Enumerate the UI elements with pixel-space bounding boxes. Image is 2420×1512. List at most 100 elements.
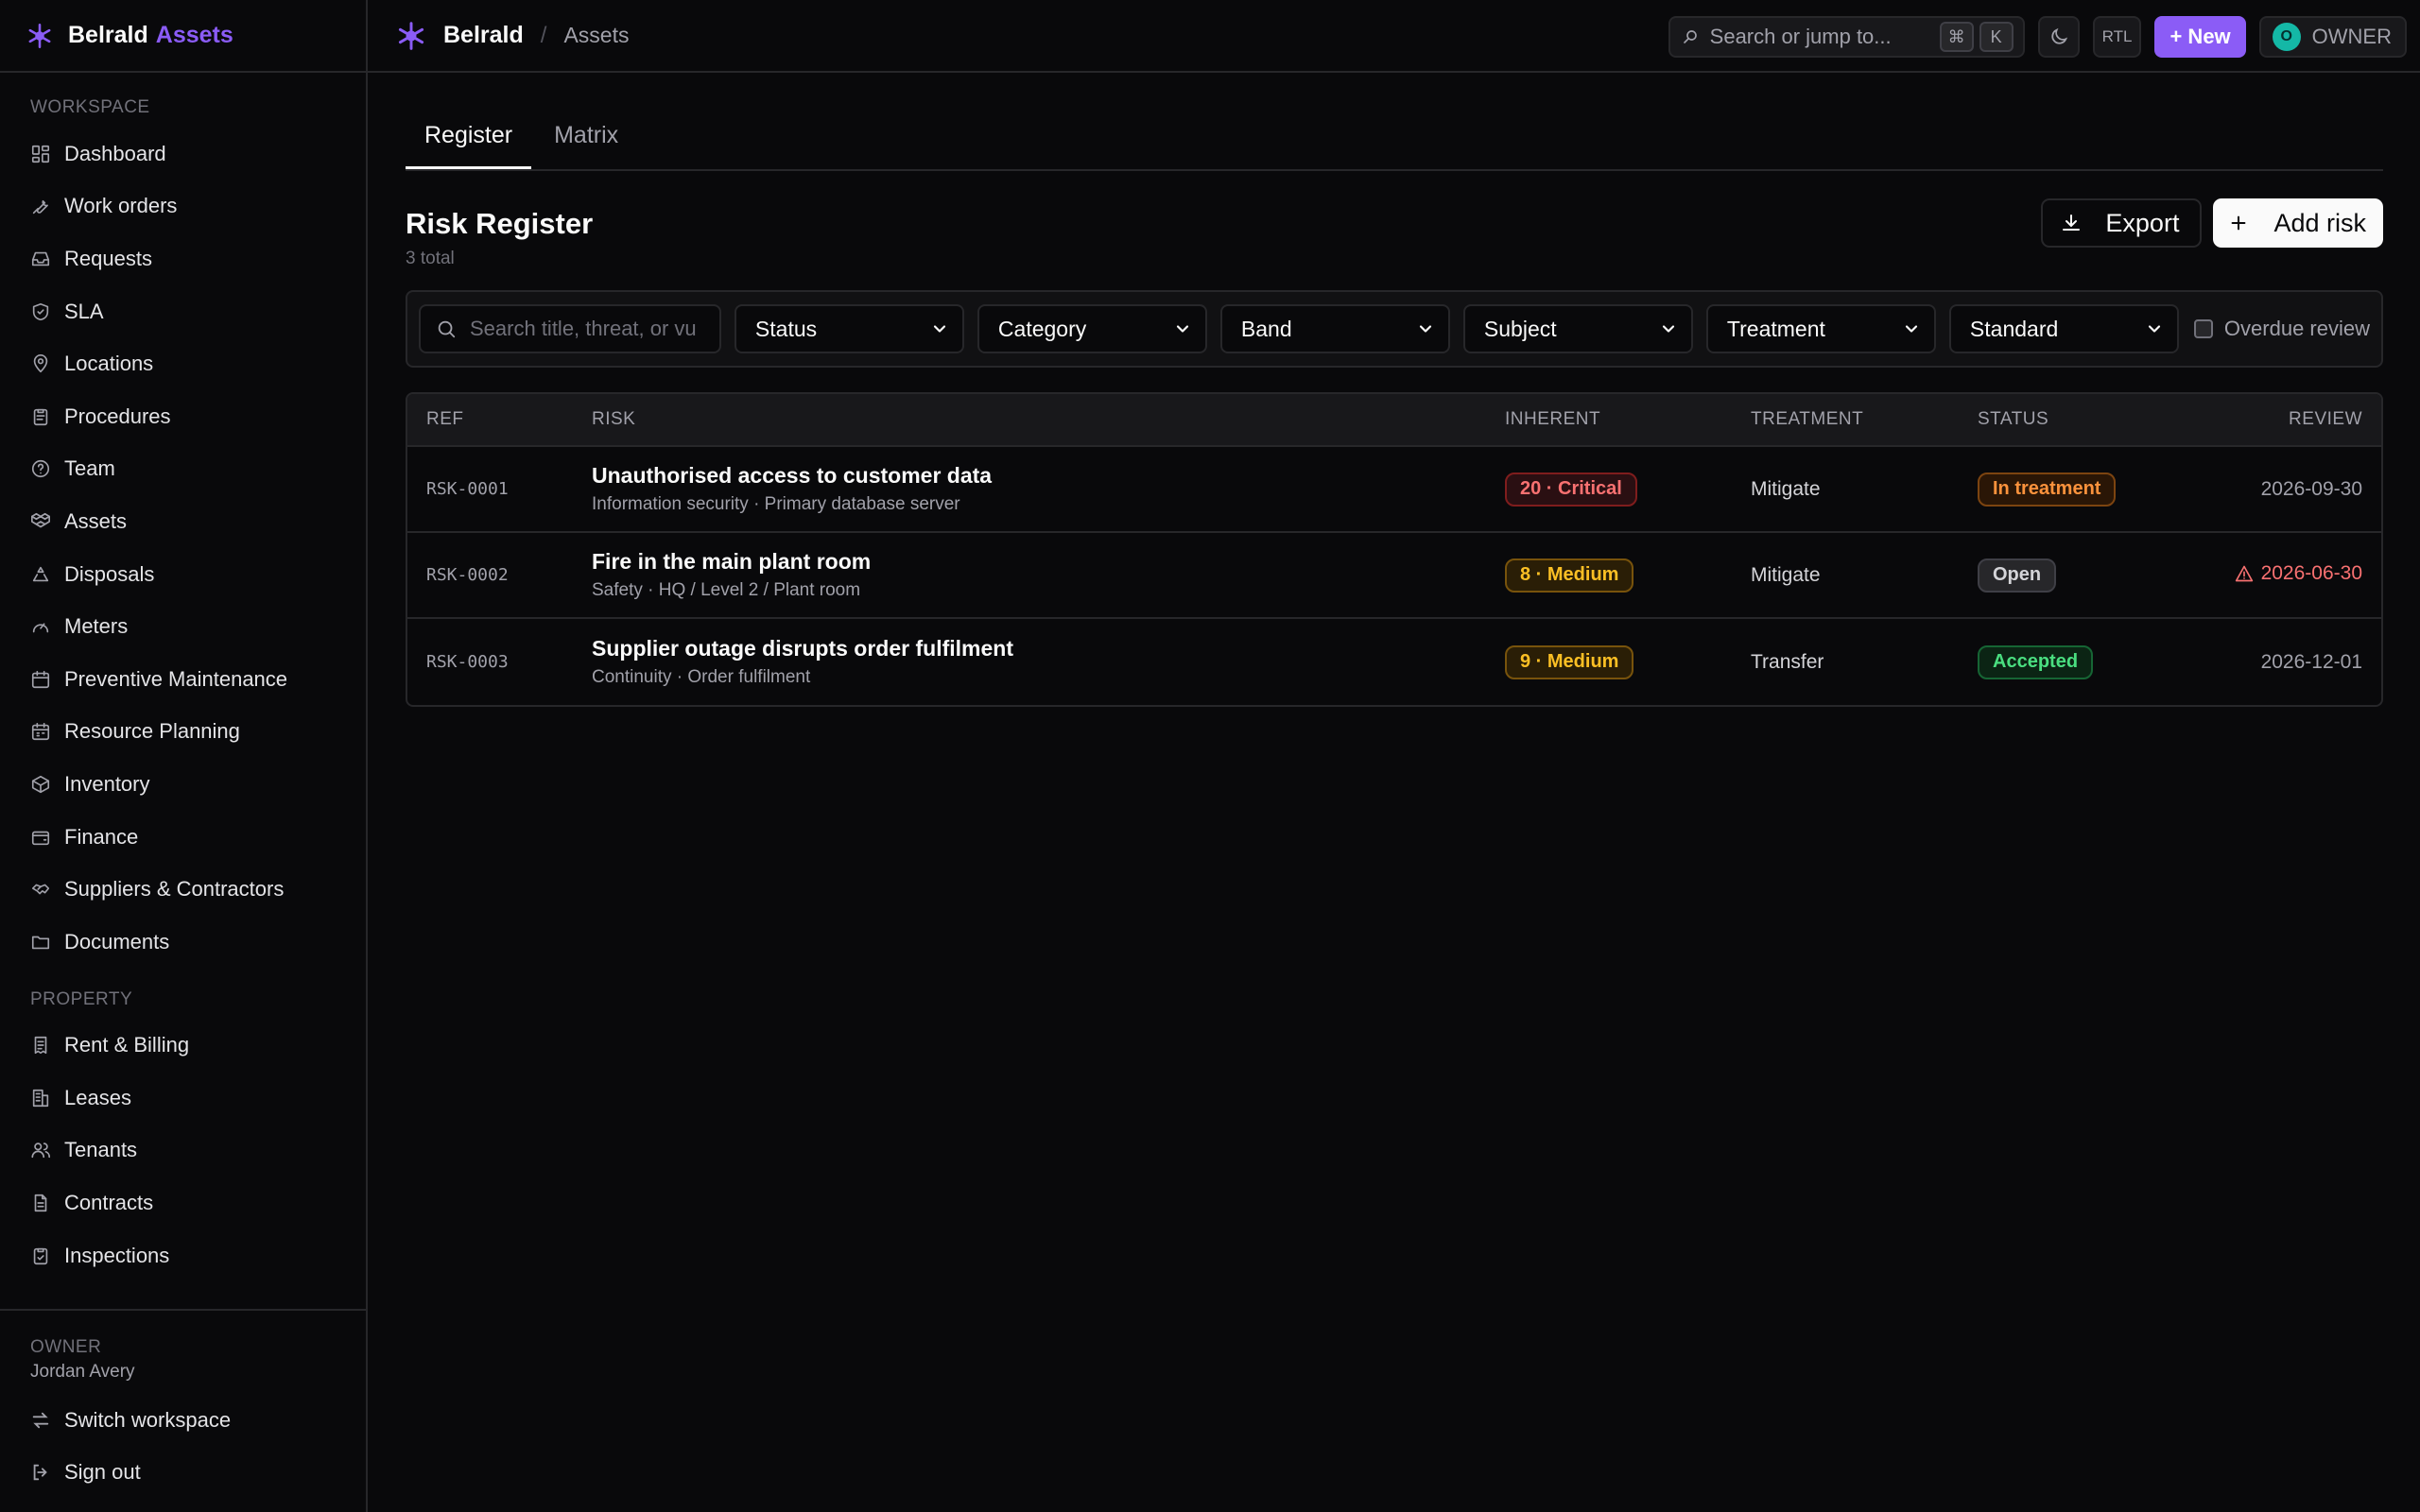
- risk-table: REF RISK INHERENT TREATMENT STATUS REVIE…: [406, 392, 2383, 707]
- sidebar-item-requests[interactable]: Requests: [0, 232, 366, 285]
- risk-subtitle: Information security · Primary database …: [592, 494, 960, 514]
- cell-treatment: Mitigate: [1751, 478, 1978, 501]
- sidebar-item-locations[interactable]: Locations: [0, 337, 366, 390]
- table-row[interactable]: RSK-0002 Fire in the main plant room Safet…: [407, 533, 2381, 619]
- sidebar-item-label: Procedures: [64, 404, 171, 428]
- select-value: Status: [754, 316, 818, 341]
- risk-title-link[interactable]: Supplier outage disrupts order fulfilmen…: [592, 636, 1505, 662]
- cell-risk: Unauthorised access to customer data Info…: [592, 463, 1505, 515]
- add-risk-label: Add risk: [2273, 208, 2366, 237]
- brand-name: Belrald: [68, 22, 148, 48]
- sidebar-item-leases[interactable]: Leases: [0, 1072, 366, 1125]
- select-value: Subject: [1483, 316, 1557, 341]
- risk-title-link[interactable]: Unauthorised access to customer data: [592, 463, 1505, 489]
- theme-toggle-button[interactable]: [2037, 16, 2080, 58]
- chevron-down-icon: [930, 319, 949, 338]
- switch-workspace-button[interactable]: Switch workspace: [0, 1394, 366, 1447]
- select-value: Standard: [1969, 316, 2059, 341]
- global-search[interactable]: Search or jump to... ⌘ K: [1668, 16, 2025, 58]
- chevron-down-icon: [1902, 319, 1921, 338]
- user-menu-button[interactable]: O OWNER: [2258, 16, 2407, 58]
- sidebar-item-suppliers-contractors[interactable]: Suppliers & Contractors: [0, 863, 366, 916]
- sidebar-item-finance[interactable]: Finance: [0, 811, 366, 864]
- kbd-k: K: [1979, 22, 2014, 52]
- cell-ref: RSK-0002: [407, 565, 592, 585]
- sidebar-item-assets[interactable]: Assets: [0, 495, 366, 548]
- avatar: O: [2272, 23, 2301, 51]
- risk-ref: RSK-0002: [426, 565, 509, 585]
- brand[interactable]: Belrald Assets: [0, 0, 366, 73]
- checkbox-box[interactable]: [2193, 319, 2213, 338]
- sidebar-item-dashboard[interactable]: Dashboard: [0, 128, 366, 180]
- inherent-score-badge: 8 · Medium: [1505, 558, 1634, 593]
- sidebar-item-disposals[interactable]: Disposals: [0, 548, 366, 601]
- sidebar-item-contracts[interactable]: Contracts: [0, 1177, 366, 1229]
- review-date: 2026-12-01: [2261, 651, 2362, 674]
- filter-bar: Search title, threat, or vu Status Catego…: [406, 290, 2383, 368]
- standard-filter-select[interactable]: Standard: [1948, 304, 2179, 353]
- new-button[interactable]: + New: [2154, 16, 2246, 58]
- category-filter-select[interactable]: Category: [977, 304, 1207, 353]
- rtl-toggle-button[interactable]: RTL: [2092, 16, 2142, 58]
- tab-register[interactable]: Register: [406, 118, 532, 169]
- cell-inherent: 20 · Critical: [1505, 472, 1751, 507]
- sidebar-item-resource-planning[interactable]: Resource Planning: [0, 706, 366, 759]
- risk-search-input[interactable]: Search title, threat, or vu: [419, 304, 721, 353]
- sidebar-item-inventory[interactable]: Inventory: [0, 758, 366, 811]
- sidebar-item-sla[interactable]: SLA: [0, 285, 366, 338]
- risk-title-link[interactable]: Fire in the main plant room: [592, 549, 1505, 575]
- sidebar-item-procedures[interactable]: Procedures: [0, 390, 366, 443]
- risk-ref: RSK-0003: [426, 652, 509, 672]
- sidebar-item-documents[interactable]: Documents: [0, 916, 366, 969]
- sidebar-item-work-orders[interactable]: Work orders: [0, 180, 366, 233]
- sidebar-item-label: Disposals: [64, 561, 155, 586]
- nav-section-property: PROPERTY Rent & Billing Leases Tenants Cont…: [0, 989, 366, 1282]
- band-filter-select[interactable]: Band: [1219, 304, 1450, 353]
- status-filter-select[interactable]: Status: [734, 304, 964, 353]
- add-risk-button[interactable]: Add risk: [2213, 198, 2383, 248]
- sidebar-item-tenants[interactable]: Tenants: [0, 1125, 366, 1177]
- sidebar-item-team[interactable]: Team: [0, 443, 366, 496]
- calendar-icon: [30, 669, 51, 690]
- breadcrumb-root[interactable]: Belrald: [443, 22, 524, 49]
- nav-section-workspace: WORKSPACE Dashboard Work orders Requests SL…: [0, 97, 366, 969]
- table-row[interactable]: RSK-0001 Unauthorised access to customer …: [407, 447, 2381, 533]
- column-header-ref[interactable]: REF: [407, 409, 592, 430]
- sidebar-item-label: Inventory: [64, 771, 150, 796]
- sidebar-item-rent-billing[interactable]: Rent & Billing: [0, 1020, 366, 1073]
- treatment-filter-select[interactable]: Treatment: [1705, 304, 1936, 353]
- column-header-review[interactable]: REVIEW: [2167, 409, 2381, 430]
- column-header-inherent[interactable]: INHERENT: [1505, 409, 1751, 430]
- breadcrumb-separator: /: [540, 22, 547, 48]
- risk-search-placeholder: Search title, threat, or vu: [470, 317, 697, 340]
- cell-review: 2026-09-30: [2167, 478, 2381, 501]
- table-row[interactable]: RSK-0003 Supplier outage disrupts order f…: [407, 619, 2381, 705]
- map-pin-icon: [30, 353, 51, 374]
- sidebar-item-inspections[interactable]: Inspections: [0, 1229, 366, 1282]
- cell-ref: RSK-0001: [407, 479, 592, 499]
- column-header-risk[interactable]: RISK: [592, 409, 1505, 430]
- snowflake-logo-icon: [26, 23, 53, 49]
- column-header-treatment[interactable]: TREATMENT: [1751, 409, 1978, 430]
- status-badge: Accepted: [1978, 644, 2094, 679]
- sidebar-item-label: Inspections: [64, 1243, 170, 1267]
- wallet-icon: [30, 827, 51, 848]
- sidebar-item-preventive-maintenance[interactable]: Preventive Maintenance: [0, 653, 366, 706]
- log-out-icon: [30, 1462, 51, 1483]
- tab-matrix[interactable]: Matrix: [535, 118, 637, 169]
- shield-icon: [30, 301, 51, 322]
- sign-out-button[interactable]: Sign out: [0, 1446, 366, 1499]
- sidebar-item-meters[interactable]: Meters: [0, 600, 366, 653]
- cell-risk: Fire in the main plant room Safety · HQ /…: [592, 549, 1505, 601]
- column-header-status[interactable]: STATUS: [1978, 409, 2167, 430]
- cell-inherent: 9 · Medium: [1505, 644, 1751, 679]
- section-label-workspace: WORKSPACE: [30, 97, 150, 117]
- user-role-label: OWNER: [2311, 25, 2392, 48]
- export-button[interactable]: Export: [2041, 198, 2203, 248]
- subject-filter-select[interactable]: Subject: [1462, 304, 1693, 353]
- section-label-property: PROPERTY: [30, 988, 133, 1009]
- sidebar-item-label: Preventive Maintenance: [64, 666, 288, 691]
- sidebar-item-label: Team: [64, 456, 115, 481]
- overdue-review-checkbox[interactable]: Overdue review: [2193, 317, 2370, 341]
- global-search-placeholder: Search or jump to...: [1709, 25, 1892, 48]
